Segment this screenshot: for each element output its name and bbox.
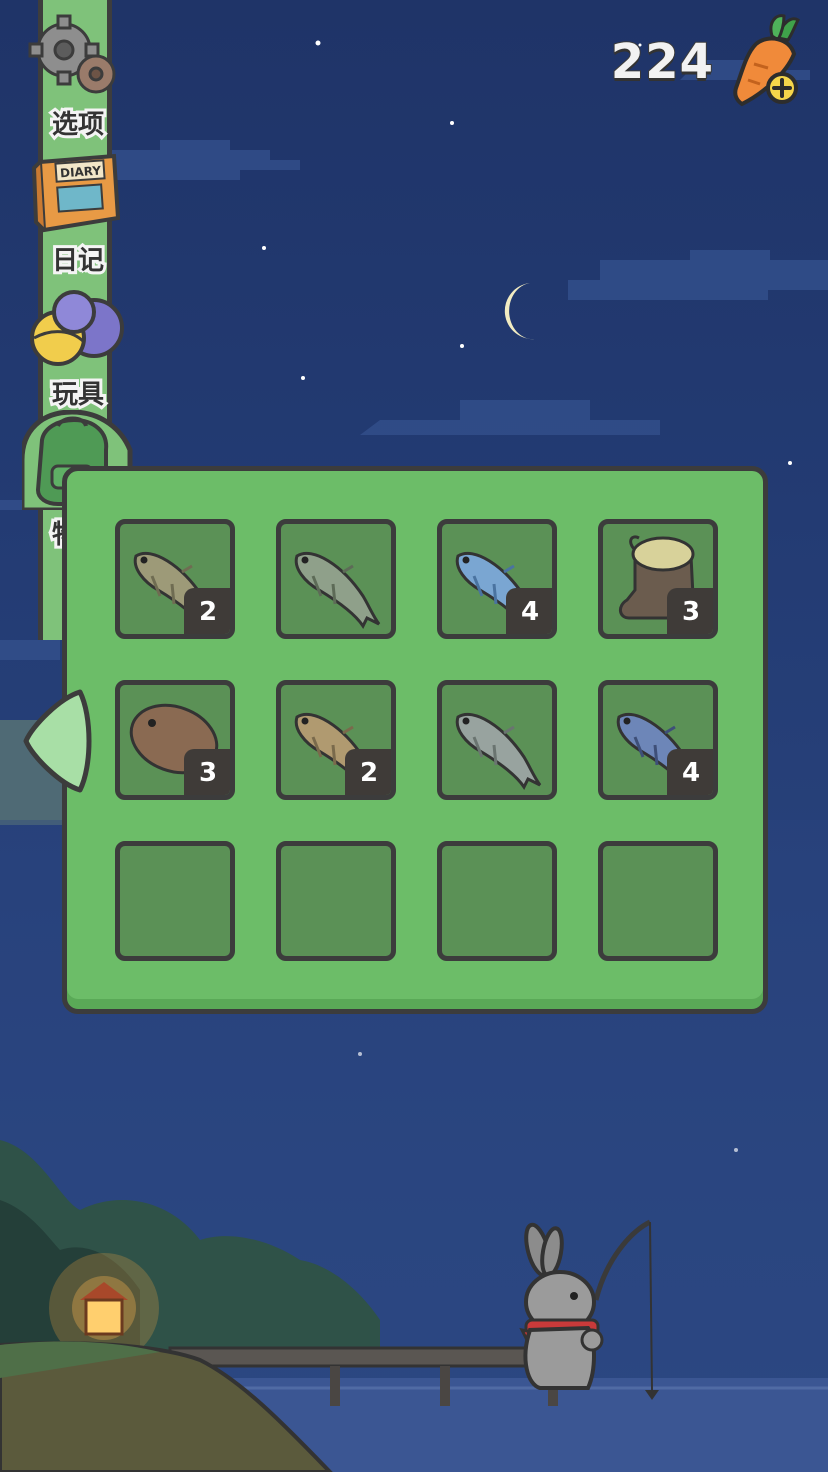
menu-item-diary[interactable]: DIARY 日记 <box>22 148 134 279</box>
rabbit-character <box>519 1222 604 1390</box>
inventory-grid: 2 4 3 3 2 4 <box>67 471 763 1009</box>
menu-item-toys[interactable]: 玩具 <box>22 282 134 413</box>
inventory-slot-old-boot[interactable]: 3 <box>598 519 718 639</box>
menu-label-options: 选项 <box>49 107 107 143</box>
currency-display: 224 <box>610 14 808 110</box>
moon <box>504 283 536 340</box>
item-count-badge: 3 <box>184 749 230 795</box>
item-count-badge: 3 <box>667 588 713 634</box>
inventory-slot-empty[interactable] <box>276 841 396 961</box>
carp-icon <box>455 712 542 790</box>
item-count-badge: 2 <box>184 588 230 634</box>
inventory-slot-empty[interactable] <box>115 841 235 961</box>
carrot-count: 224 <box>610 33 714 91</box>
item-count-badge: 4 <box>506 588 552 634</box>
carrot-plus-icon[interactable] <box>728 14 808 110</box>
menu-label-diary: 日记 <box>49 243 107 279</box>
diary-book-icon: DIARY <box>31 153 121 233</box>
fishing-scene: 224 选项 DIARY 日记 玩具 2 4 3 3 2 4 <box>0 0 828 1472</box>
inventory-slot-catfish[interactable]: 2 <box>276 680 396 800</box>
inventory-slot-largemouth-bass[interactable] <box>276 519 396 639</box>
item-count-badge: 2 <box>345 749 391 795</box>
item-count-badge: 4 <box>667 749 713 795</box>
inventory-slot-salmon[interactable]: 4 <box>437 519 557 639</box>
menu-item-options[interactable]: 选项 <box>22 10 134 143</box>
inventory-slot-empty[interactable] <box>437 841 557 961</box>
inventory-slot-bass[interactable]: 2 <box>115 519 235 639</box>
inventory-slot-carp[interactable] <box>437 680 557 800</box>
largemouth-bass-icon <box>294 551 381 629</box>
inventory-slot-flounder[interactable]: 3 <box>115 680 235 800</box>
gear-icon <box>28 14 116 94</box>
toy-balls-icon <box>30 290 124 366</box>
inventory-slot-tuna[interactable]: 4 <box>598 680 718 800</box>
diary-cover-text: DIARY <box>60 164 102 181</box>
inventory-slot-empty[interactable] <box>598 841 718 961</box>
back-arrow-icon[interactable] <box>20 686 92 796</box>
menu-label-toys: 玩具 <box>49 377 107 413</box>
inventory-panel: 2 4 3 3 2 4 <box>62 466 768 1014</box>
